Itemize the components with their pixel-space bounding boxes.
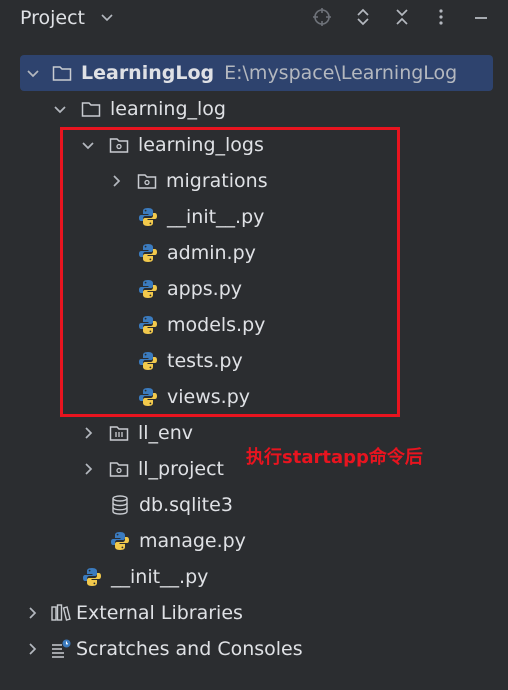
tree-row-scratches[interactable]: Scratches and Consoles: [24, 631, 303, 667]
chevron-down-icon[interactable]: [52, 101, 68, 117]
tree-row-learninglog[interactable]: LearningLog E:\myspace\LearningLog: [20, 55, 493, 91]
tree-label-ll-env: ll_env: [138, 422, 194, 444]
tree-label-scratches: Scratches and Consoles: [76, 638, 303, 660]
expand-collapse-icon[interactable]: [352, 6, 374, 28]
tree-label-db: db.sqlite3: [139, 494, 233, 516]
target-icon[interactable]: [311, 6, 333, 28]
project-tool-window-header: Project: [0, 0, 508, 36]
tree-row-ll-env[interactable]: ll_env: [80, 415, 193, 451]
python-file-icon: [81, 566, 103, 588]
tree-row-manage[interactable]: manage.py: [109, 523, 246, 559]
tree-label-init-root: __init__.py: [111, 566, 209, 588]
collapse-all-icon[interactable]: [391, 6, 413, 28]
folder-icon: [80, 98, 102, 120]
chevron-down-icon[interactable]: [25, 65, 41, 81]
tree-label-ll-project: ll_project: [138, 458, 225, 480]
package-folder-icon: [108, 458, 130, 480]
tree-row-ll-project[interactable]: ll_project: [80, 451, 224, 487]
tree-row-learning-log[interactable]: learning_log: [52, 91, 226, 127]
tree-label-external-libraries: External Libraries: [76, 602, 243, 624]
annotation-text: 执行startapp命令后: [246, 447, 423, 468]
chevron-down-icon[interactable]: [100, 9, 114, 28]
highlight-box: [60, 127, 400, 417]
project-title[interactable]: Project: [20, 7, 85, 29]
chevron-right-icon[interactable]: [24, 605, 40, 621]
folder-icon: [51, 62, 73, 84]
tree-row-init-root[interactable]: __init__.py: [81, 559, 208, 595]
more-options-icon[interactable]: [430, 6, 452, 28]
minimize-icon[interactable]: [470, 6, 492, 28]
tree-label-learninglog: LearningLog: [81, 62, 215, 84]
tree-label-manage: manage.py: [139, 530, 246, 552]
tree-path-learninglog: E:\myspace\LearningLog: [224, 62, 458, 84]
database-icon: [109, 494, 131, 516]
scratches-icon: [50, 638, 72, 660]
chevron-right-icon[interactable]: [80, 425, 96, 441]
library-folder-icon: [108, 422, 130, 444]
tree-row-db[interactable]: db.sqlite3: [109, 487, 233, 523]
python-file-icon: [109, 530, 131, 552]
tree-row-external-libraries[interactable]: External Libraries: [24, 595, 243, 631]
tree-label-learning-log: learning_log: [110, 98, 226, 120]
library-icon: [50, 602, 72, 624]
chevron-right-icon[interactable]: [24, 641, 40, 657]
chevron-right-icon[interactable]: [80, 461, 96, 477]
